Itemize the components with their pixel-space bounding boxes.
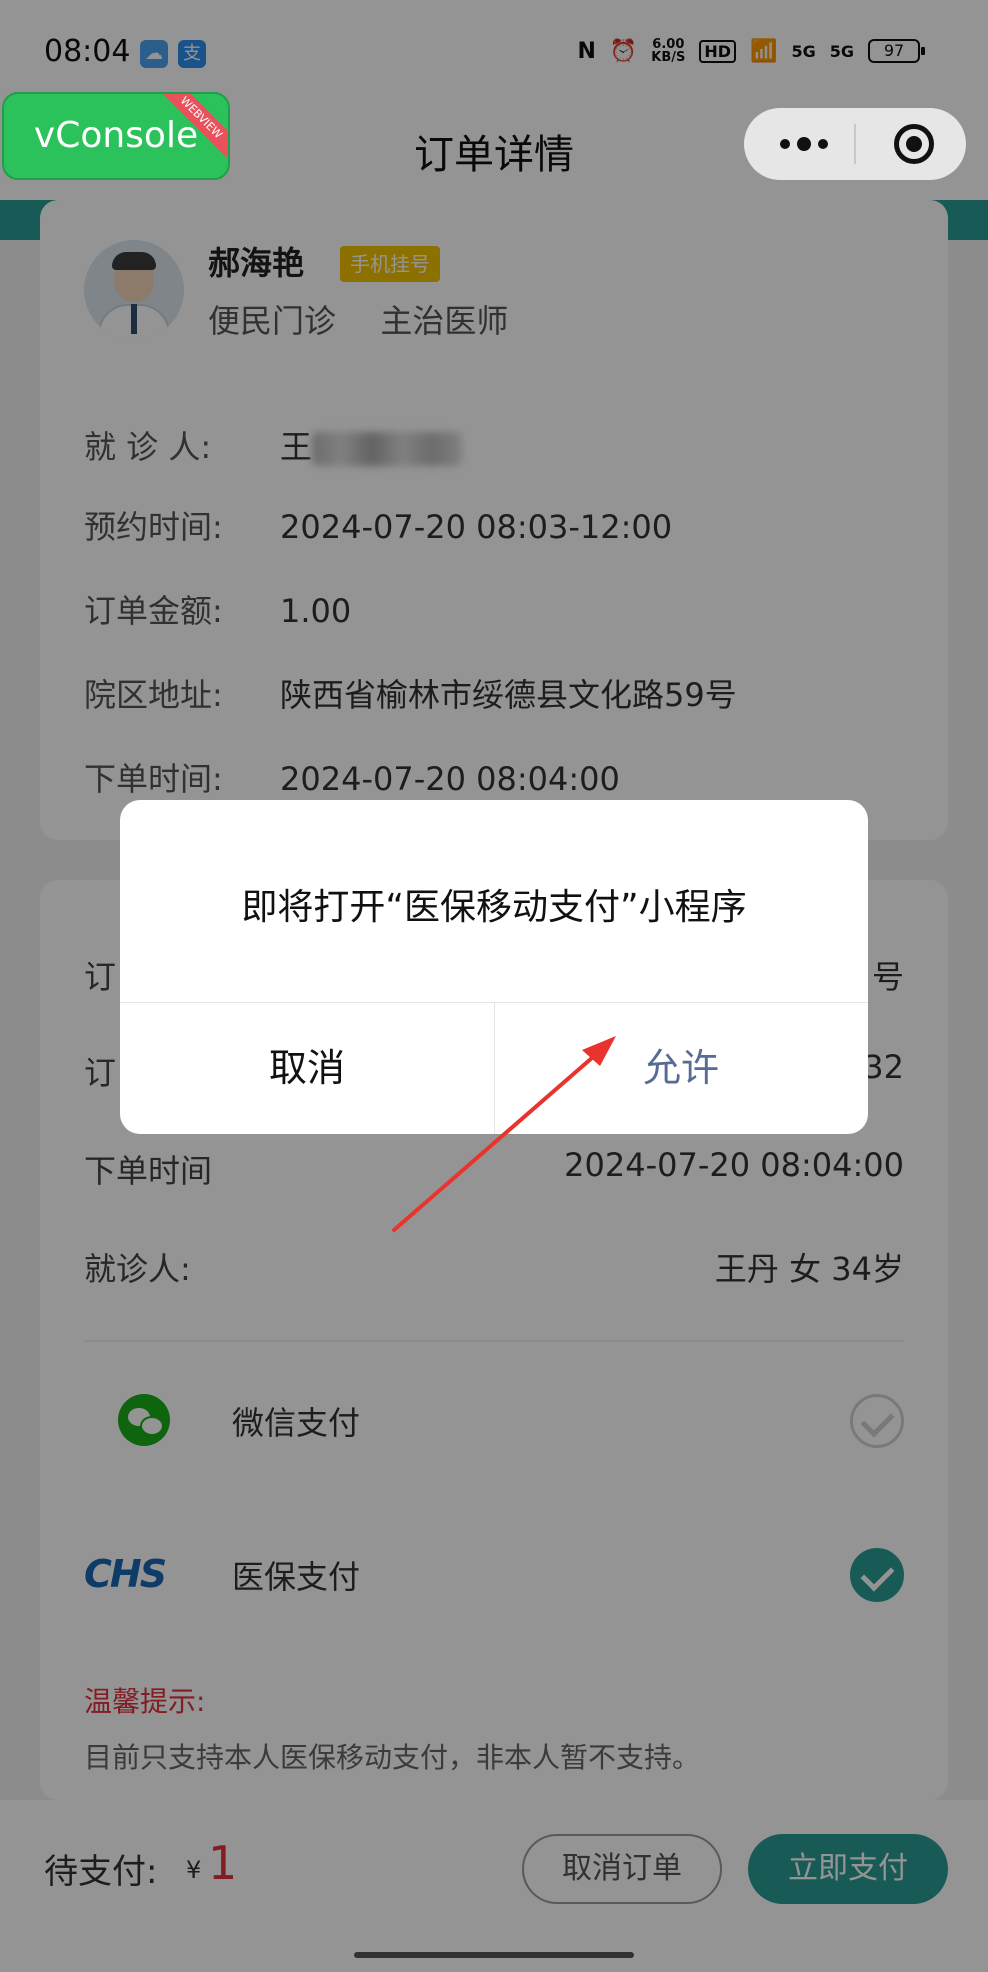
open-miniprogram-dialog: 即将打开“医保移动支付”小程序 取消 允许: [120, 800, 868, 1134]
dialog-cancel-button[interactable]: 取消: [120, 1002, 494, 1134]
capsule-divider: [854, 124, 856, 164]
miniprogram-capsule: [744, 108, 966, 180]
more-menu-icon[interactable]: [774, 122, 834, 166]
vconsole-button[interactable]: vConsole WEBVIEW: [2, 92, 230, 180]
dialog-allow-button[interactable]: 允许: [494, 1002, 868, 1134]
dialog-message: 即将打开“医保移动支付”小程序: [241, 887, 747, 928]
close-miniprogram-icon[interactable]: [894, 124, 934, 164]
vconsole-label: vConsole: [33, 115, 199, 156]
